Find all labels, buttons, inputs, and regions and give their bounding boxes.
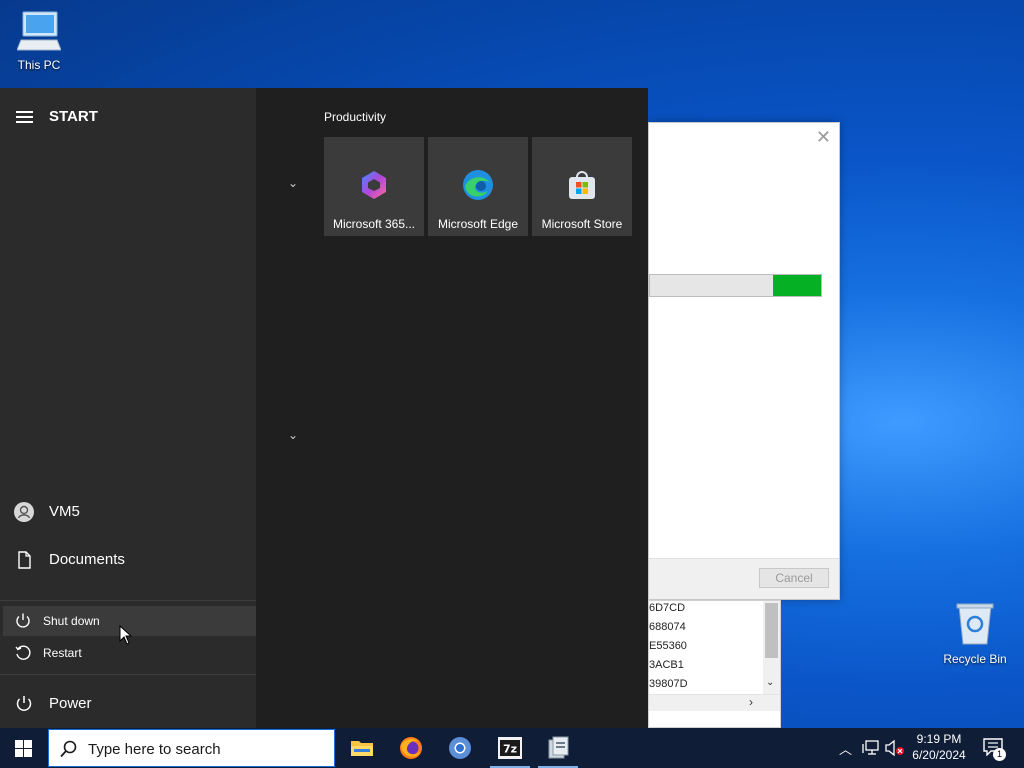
power-icon bbox=[16, 696, 32, 711]
taskbar: Type here to search 7z ︿ 9:19 PM 6/20/20… bbox=[0, 728, 1024, 768]
desktop-icon-label: This PC bbox=[17, 58, 61, 72]
avatar bbox=[14, 502, 34, 522]
progress-fill bbox=[773, 275, 821, 296]
clock-time: 9:19 PM bbox=[916, 732, 962, 746]
dialog-footer: Cancel bbox=[649, 558, 839, 599]
restart-icon bbox=[15, 645, 31, 660]
document-icon bbox=[18, 551, 31, 569]
network-icon[interactable] bbox=[862, 740, 880, 756]
taskbar-chrome[interactable] bbox=[436, 728, 484, 768]
chevron-right-icon[interactable]: › bbox=[749, 695, 753, 709]
file-explorer-icon bbox=[351, 741, 373, 756]
mouse-cursor-icon bbox=[119, 625, 133, 645]
taskbar-file-explorer[interactable] bbox=[338, 728, 386, 768]
clock[interactable]: 9:19 PM 6/20/2024 bbox=[910, 731, 968, 763]
start-menu-left-pane: START VM5 Documents Shut down Restart Po… bbox=[0, 88, 256, 728]
progress-bar bbox=[649, 274, 822, 297]
desktop-icon-this-pc[interactable]: This PC bbox=[1, 10, 77, 72]
desktop-icon-recycle-bin[interactable]: Recycle Bin bbox=[937, 602, 1013, 666]
7zip-icon: 7z bbox=[498, 737, 522, 759]
start-title: START bbox=[49, 108, 98, 125]
power-label: Power bbox=[49, 695, 92, 712]
restart-label: Restart bbox=[43, 646, 82, 660]
tile-microsoft-store[interactable]: Microsoft Store bbox=[532, 137, 632, 236]
recycle-bin-icon bbox=[937, 602, 1013, 649]
user-account-item[interactable]: VM5 bbox=[0, 500, 256, 524]
cancel-button[interactable]: Cancel bbox=[759, 568, 829, 588]
tile-microsoft-365[interactable]: Microsoft 365... bbox=[324, 137, 424, 236]
windows-logo-icon bbox=[15, 740, 32, 757]
start-button[interactable] bbox=[0, 728, 48, 768]
chevron-up-icon[interactable]: ︿ bbox=[839, 739, 852, 758]
divider bbox=[0, 600, 256, 601]
computer-icon bbox=[1, 10, 77, 55]
taskbar-firefox[interactable] bbox=[387, 728, 435, 768]
divider bbox=[0, 674, 256, 675]
chevron-down-icon[interactable]: ⌄ bbox=[288, 428, 298, 442]
chrome-icon bbox=[449, 737, 471, 759]
background-list-window: 6D7CD 688074 E55360 3ACB1 39807D ⌄ › bbox=[648, 600, 781, 728]
svg-text:7z: 7z bbox=[503, 743, 517, 756]
shut-down-label: Shut down bbox=[43, 614, 100, 628]
close-icon[interactable]: ✕ bbox=[816, 127, 831, 148]
taskbar-installer[interactable] bbox=[534, 728, 582, 768]
notification-center-button[interactable]: 1 bbox=[980, 736, 1008, 762]
volume-muted-icon[interactable] bbox=[885, 740, 905, 756]
list-item[interactable]: E55360 bbox=[649, 640, 687, 652]
hamburger-menu-icon[interactable] bbox=[16, 111, 33, 123]
store-icon bbox=[569, 171, 595, 199]
desktop-icon-label: Recycle Bin bbox=[943, 652, 1007, 666]
power-icon bbox=[16, 613, 30, 628]
installer-icon bbox=[548, 736, 569, 759]
tile-label: Microsoft Edge bbox=[437, 217, 519, 231]
vertical-scrollbar[interactable]: ⌄ bbox=[763, 601, 780, 694]
list-item[interactable]: 6D7CD bbox=[649, 602, 685, 614]
search-placeholder: Type here to search bbox=[88, 741, 221, 758]
search-box[interactable]: Type here to search bbox=[48, 729, 335, 767]
search-icon bbox=[60, 740, 77, 758]
tile-label: Microsoft Store bbox=[541, 217, 623, 231]
list-item[interactable]: 3ACB1 bbox=[649, 659, 684, 671]
list-item[interactable]: 39807D bbox=[649, 678, 688, 690]
tile-microsoft-edge[interactable]: Microsoft Edge bbox=[428, 137, 528, 236]
tile-group-title: Productivity bbox=[324, 110, 387, 124]
documents-label: Documents bbox=[49, 551, 125, 568]
clock-date: 6/20/2024 bbox=[912, 748, 966, 762]
firefox-icon bbox=[400, 737, 422, 759]
chevron-down-icon[interactable]: ⌄ bbox=[288, 176, 298, 190]
edge-icon bbox=[463, 170, 493, 200]
user-name: VM5 bbox=[49, 503, 80, 520]
microsoft-365-icon bbox=[362, 171, 386, 199]
scrollbar-thumb[interactable] bbox=[765, 603, 778, 658]
notification-badge: 1 bbox=[993, 748, 1006, 761]
documents-item[interactable]: Documents bbox=[0, 548, 256, 572]
list-item[interactable]: 688074 bbox=[649, 621, 686, 633]
tile-label: Microsoft 365... bbox=[332, 217, 416, 231]
horizontal-scrollbar[interactable]: › bbox=[649, 694, 780, 711]
chevron-down-icon[interactable]: ⌄ bbox=[766, 677, 774, 688]
power-button[interactable]: Power bbox=[0, 692, 256, 716]
taskbar-7zip[interactable]: 7z bbox=[486, 728, 534, 768]
background-dialog: ✕ Cancel bbox=[648, 122, 840, 600]
